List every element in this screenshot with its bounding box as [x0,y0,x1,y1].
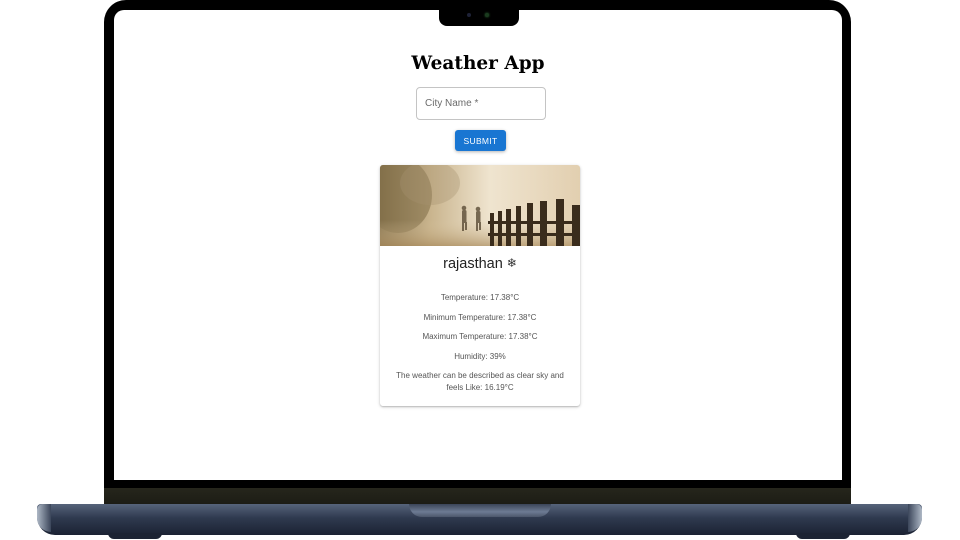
snowflake-sun-icon: ❄ [506,256,517,270]
laptop-foot-right [796,533,850,539]
submit-button[interactable]: SUBMIT [455,130,506,151]
temperature-text: Temperature: 17.38°C [440,293,520,302]
weather-image [380,165,580,246]
weather-card: rajasthan ❄ Temperature: 17.38°C Minimum … [380,165,580,406]
min-temperature-text: Minimum Temperature: 17.38°C [423,313,537,322]
page-title: Weather App [411,53,545,74]
max-temperature-text: Maximum Temperature: 17.38°C [422,332,538,341]
camera-indicator-icon [485,13,489,17]
weather-description: The weather can be described as clear sk… [396,371,564,392]
laptop-foot-left [108,533,162,539]
laptop-base-edge-left [37,504,51,532]
laptop-screen: Weather App SUBMIT [114,10,842,480]
trackpad-groove [409,504,551,517]
humidity-text: Humidity: 39% [454,352,506,361]
city-name: rajasthan [443,256,503,272]
city-name-field[interactable] [416,87,546,120]
city-heading: rajasthan ❄ [380,256,580,272]
camera-icon [467,13,471,17]
city-name-input[interactable] [417,88,545,119]
laptop-base-edge-right [908,504,922,532]
camera-notch [439,0,519,26]
